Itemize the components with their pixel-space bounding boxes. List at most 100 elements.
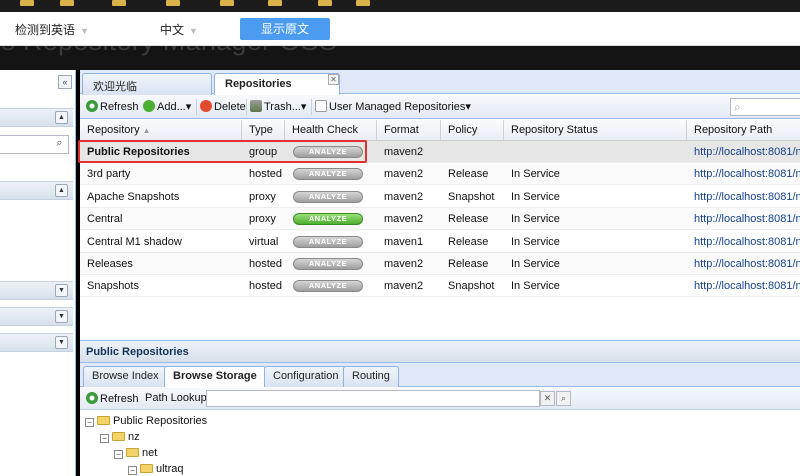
column-header-repository[interactable]: Repository ▲ — [80, 120, 242, 141]
tab-routing[interactable]: Routing — [343, 366, 399, 387]
collapse-icon[interactable]: − — [114, 450, 123, 459]
sidebar-section-header[interactable]: ▼ — [0, 333, 73, 352]
folder-icon — [97, 416, 110, 425]
column-header-repository-status[interactable]: Repository Status — [504, 120, 687, 141]
collapse-sidebar-button[interactable]: « — [58, 75, 72, 89]
table-row[interactable]: Central proxy maven2 Release In Service http:… — [80, 208, 800, 231]
bookmark-folder-icon[interactable] — [356, 0, 370, 6]
column-header-health-check[interactable]: Health Check — [285, 120, 377, 141]
chevron-down-icon[interactable]: ▼ — [55, 310, 68, 323]
analyze-button[interactable]: ANALYZE — [293, 146, 363, 158]
analyze-button[interactable]: ANALYZE — [293, 235, 363, 248]
bookmark-folder-icon[interactable] — [60, 0, 74, 6]
storage-tree: − Public Repositories − nz − net − ultraq — [80, 411, 800, 476]
search-icon[interactable]: ⌕ — [556, 391, 571, 406]
refresh-button[interactable]: Refresh — [86, 100, 139, 113]
table-row[interactable]: Public Repositories group maven2 http://loc… — [80, 141, 800, 163]
sidebar-section-header[interactable]: ▼ — [0, 281, 73, 300]
cell-repository: Releases — [87, 258, 133, 270]
show-original-button[interactable]: 显示原文 — [240, 18, 330, 40]
analyze-button[interactable]: ANALYZE — [293, 280, 363, 293]
sidebar-search-input[interactable]: ⌕ — [0, 135, 69, 154]
sidebar-section-header[interactable]: ▲ — [0, 181, 73, 200]
chevron-down-icon[interactable]: ▼ — [55, 284, 68, 297]
column-header-format[interactable]: Format — [377, 120, 441, 141]
bookmark-folder-icon[interactable] — [220, 0, 234, 6]
trash-icon — [250, 100, 262, 112]
source-language-select[interactable]: 检测到英语 ▼ — [15, 21, 89, 38]
analyze-button[interactable]: ANALYZE — [293, 258, 363, 270]
user-managed-repositories-button[interactable]: User Managed Repositories▾ — [315, 100, 471, 113]
cell-path[interactable]: http://localhost:8081/nexus — [687, 163, 800, 185]
trash-button[interactable]: Trash...▾ — [250, 100, 306, 113]
grid-header: Repository ▲ Type Health Check Format Po… — [80, 120, 800, 141]
table-row[interactable]: Central M1 shadow virtual maven1 Release In … — [80, 231, 800, 253]
toolbar-separator — [196, 99, 197, 115]
table-row[interactable]: Apache Snapshots proxy maven2 Snapshot In Se… — [80, 186, 800, 208]
table-row[interactable]: Snapshots hosted maven2 Snapshot In Service h… — [80, 275, 800, 298]
cell-path[interactable]: http://localhost:8081/nexus — [687, 141, 800, 163]
bookmark-folder-icon[interactable] — [318, 0, 332, 6]
column-header-type[interactable]: Type — [242, 120, 285, 141]
dropdown-arrow-icon: ▾ — [185, 101, 192, 113]
tab-browse-storage[interactable]: Browse Storage — [164, 366, 266, 387]
bookmark-folder-icon[interactable] — [112, 0, 126, 6]
cell-format: maven2 — [384, 213, 424, 226]
tab-configuration[interactable]: Configuration — [264, 366, 348, 387]
sidebar-section-header[interactable]: ▼ — [0, 307, 73, 326]
translate-bar: 检测到英语 ▼ 中文 ▼ 显示原文 — [0, 12, 800, 46]
cell-policy: Release — [448, 168, 489, 181]
cell-format: maven1 — [384, 235, 424, 248]
analyze-button[interactable]: ANALYZE — [293, 168, 363, 181]
cell-policy: Release — [448, 235, 489, 248]
repositories-toolbar: Refresh Add...▾ Delete Trash...▾ User Ma… — [80, 95, 800, 119]
repository-search-input[interactable]: ⌕ — [730, 98, 800, 116]
bookmark-folder-icon[interactable] — [20, 0, 34, 6]
add-icon — [143, 100, 155, 112]
bookmark-folder-icon[interactable] — [268, 0, 282, 6]
table-row[interactable]: 3rd party hosted maven2 Release In Service ht… — [80, 163, 800, 186]
cell-path[interactable]: http://localhost:8081/nexus — [687, 253, 800, 275]
cell-repository: Public Repositories — [87, 146, 190, 158]
tab-repositories[interactable]: Repositories — [214, 73, 340, 95]
table-row[interactable]: Releases hosted maven2 Release In Service htt… — [80, 253, 800, 275]
cell-path[interactable]: http://localhost:8081/nexus — [687, 208, 800, 230]
tree-node[interactable]: − Public Repositories — [85, 413, 207, 429]
path-lookup-input[interactable] — [206, 390, 540, 407]
chevron-up-icon[interactable]: ▲ — [55, 184, 68, 197]
cell-repository: Central — [87, 213, 123, 226]
chevron-up-icon[interactable]: ▲ — [55, 111, 68, 124]
tree-node[interactable]: − ultraq — [128, 461, 184, 476]
cell-repository: Apache Snapshots — [87, 190, 180, 203]
column-header-repository-path[interactable]: Repository Path — [687, 120, 800, 141]
cell-repository: Snapshots — [87, 280, 139, 293]
collapse-icon[interactable]: − — [85, 418, 94, 427]
tab-welcome[interactable]: 欢迎光临 — [82, 73, 212, 95]
storage-refresh-button[interactable]: Refresh — [86, 392, 139, 405]
tree-node[interactable]: − nz — [100, 429, 140, 445]
cell-type: hosted — [249, 168, 283, 181]
analyze-button[interactable]: ANALYZE — [293, 213, 363, 226]
clear-icon[interactable]: ✕ — [540, 391, 555, 406]
delete-button[interactable]: Delete — [200, 100, 246, 113]
cell-path[interactable]: http://localhost:8081/nexus — [687, 186, 800, 208]
tree-node-label: ultraq — [156, 463, 184, 475]
sidebar-section-header[interactable]: ▲ — [0, 108, 73, 127]
add-button[interactable]: Add...▾ — [143, 100, 191, 113]
collapse-icon[interactable]: − — [100, 434, 109, 443]
cell-path[interactable]: http://localhost:8081/nexus — [687, 231, 800, 253]
bookmark-folder-icon[interactable] — [166, 0, 180, 6]
search-icon: ⌕ — [734, 100, 741, 114]
close-icon[interactable]: ✕ — [328, 74, 339, 85]
cell-path[interactable]: http://localhost:8081/nexus — [687, 275, 800, 297]
cell-type: group — [249, 146, 278, 158]
column-header-policy[interactable]: Policy — [441, 120, 504, 141]
chevron-down-icon[interactable]: ▼ — [55, 336, 68, 349]
collapse-icon[interactable]: − — [128, 466, 137, 475]
target-language-select[interactable]: 中文 ▼ — [160, 21, 198, 38]
tree-node[interactable]: − net — [114, 445, 157, 461]
search-icon[interactable]: ⌕ — [52, 137, 67, 152]
tab-browse-index[interactable]: Browse Index — [83, 366, 168, 387]
cell-status: In Service — [511, 258, 560, 270]
analyze-button[interactable]: ANALYZE — [293, 190, 363, 203]
